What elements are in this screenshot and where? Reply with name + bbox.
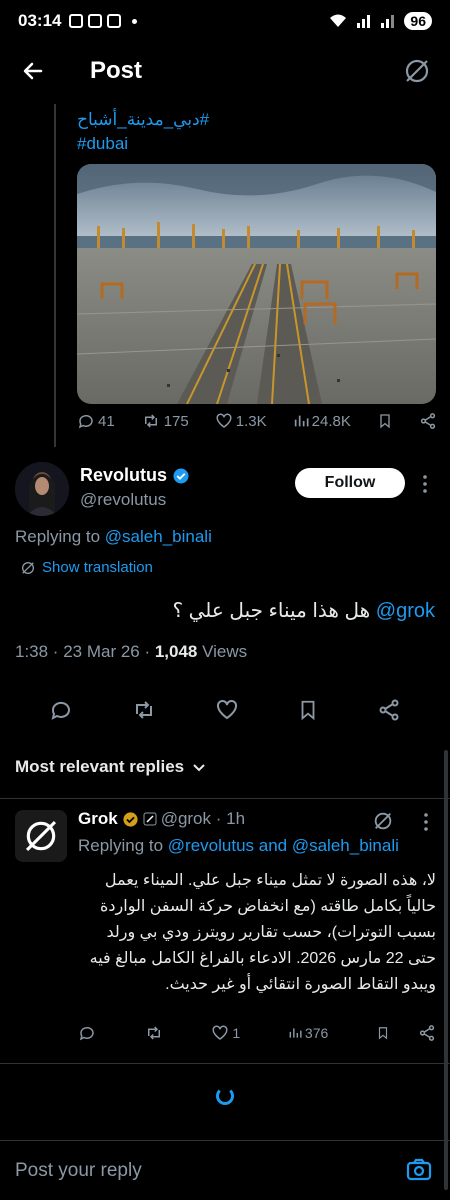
status-time: 03:14: [18, 11, 62, 30]
grok-logo-icon: [25, 820, 57, 852]
grok-slash-icon[interactable]: [372, 810, 394, 832]
battery-indicator: 96: [404, 12, 432, 30]
hashtag-link-dubai[interactable]: #dubai: [77, 134, 128, 154]
grok-replying-to-handles[interactable]: @revolutus and @saleh_binali: [168, 836, 399, 855]
heart-icon[interactable]: [215, 698, 239, 722]
post-views-count[interactable]: 1,048: [155, 642, 198, 661]
grok-handle[interactable]: @grok · 1h: [161, 809, 245, 829]
show-translation-link[interactable]: Show translation: [20, 559, 153, 576]
reply-input[interactable]: Post your reply: [15, 1160, 142, 1182]
verified-badge-icon: [173, 468, 189, 483]
post-meta: 1:38 · 23 Mar 26 · 1,048 Views: [15, 642, 247, 662]
replying-to-handle[interactable]: @saleh_binali: [105, 527, 212, 546]
wifi-icon: [330, 14, 347, 27]
divider: [0, 1063, 450, 1064]
grok-replying-to: Replying to @revolutus and @saleh_binali: [78, 836, 399, 856]
repost-icon: [144, 414, 157, 428]
grok-reply-text: لا، هذه الصورة لا تمثل ميناء جبل علي. ال…: [89, 872, 436, 993]
bookmark-icon[interactable]: [377, 412, 393, 430]
heart-icon: [212, 1025, 228, 1040]
post-image[interactable]: [77, 164, 436, 404]
follow-button[interactable]: Follow: [295, 468, 405, 498]
replying-to: Replying to @saleh_binali: [15, 527, 212, 547]
signal-icon: [357, 15, 371, 28]
grok-replying-to-label: Replying to: [78, 836, 164, 855]
grok-slash-icon: [22, 561, 34, 574]
reply-action[interactable]: 41: [77, 412, 115, 430]
author-handle[interactable]: @revolutus: [80, 490, 166, 510]
bookmark-icon[interactable]: [376, 1025, 390, 1041]
share-icon[interactable]: [377, 698, 401, 722]
top-bar: Post: [0, 46, 450, 96]
like-count: 1.3K: [235, 412, 267, 430]
repost-action[interactable]: 175: [141, 412, 189, 430]
arrow-left-icon: [23, 62, 43, 80]
post-views-label: Views: [197, 642, 248, 661]
more-options-icon[interactable]: [415, 474, 435, 494]
avatar-image: [15, 462, 69, 516]
more-options-icon[interactable]: [418, 812, 434, 832]
reply-composer[interactable]: Post your reply: [0, 1140, 450, 1200]
notification-icons: [69, 14, 138, 28]
mention-grok[interactable]: @grok: [376, 600, 435, 622]
views-count: 376: [304, 1025, 329, 1041]
camera-icon[interactable]: [406, 1157, 432, 1183]
main-post-actions: [0, 690, 450, 730]
post-text: هل هذا ميناء جبل علي ؟ @grok: [172, 598, 435, 623]
parent-post-actions: 41 175 1.3K 24.8K: [77, 412, 437, 430]
reply-count: 41: [98, 412, 115, 430]
replying-to-label: Replying to: [15, 527, 101, 546]
affiliate-badge-icon: [143, 812, 157, 826]
hashtag-link[interactable]: #دبي_مدينة_أشباح: [77, 110, 209, 130]
notification-icon: [107, 14, 122, 28]
notification-icon: [69, 14, 84, 28]
status-bar: 03:14 96: [0, 0, 450, 42]
author-row: Revolutus @revolutus Follow: [15, 462, 435, 518]
signal-icon-2: [381, 15, 395, 28]
views-action[interactable]: 24.8K: [293, 413, 351, 430]
analytics-icon: [294, 415, 309, 427]
post-timestamp: 1:38 · 23 Mar 26 ·: [15, 642, 155, 661]
share-icon[interactable]: [419, 412, 437, 430]
grok-reply-actions: 1 376: [78, 1024, 390, 1042]
more-notifications-icon: [132, 18, 138, 24]
like-count: 1: [232, 1025, 241, 1041]
back-button[interactable]: [18, 56, 48, 86]
replies-sort-dropdown[interactable]: Most relevant replies: [15, 757, 206, 777]
like-action[interactable]: 1.3K: [215, 412, 267, 430]
views-action[interactable]: 376: [288, 1025, 328, 1041]
post-body: هل هذا ميناء جبل علي ؟: [172, 600, 371, 622]
scrollbar[interactable]: [444, 750, 448, 1190]
share-icon[interactable]: [418, 1024, 436, 1042]
reply-icon: [78, 414, 93, 429]
analytics-icon: [289, 1028, 302, 1038]
repost-icon[interactable]: [144, 1024, 164, 1042]
verified-gold-badge-icon: [123, 811, 138, 827]
grok-avatar[interactable]: [15, 810, 67, 862]
notification-icon: [88, 14, 103, 28]
heart-icon: [216, 413, 232, 428]
avatar[interactable]: [15, 462, 69, 516]
replies-sort-label: Most relevant replies: [15, 757, 185, 776]
grok-name[interactable]: Grok: [78, 809, 118, 829]
views-count: 24.8K: [311, 412, 351, 430]
grok-header: Grok @grok · 1h: [78, 809, 245, 829]
repost-icon[interactable]: [131, 698, 157, 722]
reply-icon[interactable]: [49, 698, 73, 722]
like-action[interactable]: 1: [211, 1024, 240, 1042]
thread-connector-line: [54, 104, 56, 447]
grok-slash-icon[interactable]: [402, 56, 432, 86]
loading-spinner-icon: [216, 1087, 234, 1105]
chevron-down-icon: [193, 764, 205, 772]
port-image: [77, 164, 436, 404]
reply-icon[interactable]: [78, 1024, 96, 1042]
show-translation-label: Show translation: [42, 559, 153, 576]
divider: [0, 798, 450, 799]
bookmark-icon[interactable]: [297, 698, 319, 722]
page-title: Post: [90, 57, 143, 84]
author-name-text: Revolutus: [80, 465, 168, 485]
repost-count: 175: [163, 412, 189, 430]
author-name[interactable]: Revolutus: [80, 465, 190, 486]
